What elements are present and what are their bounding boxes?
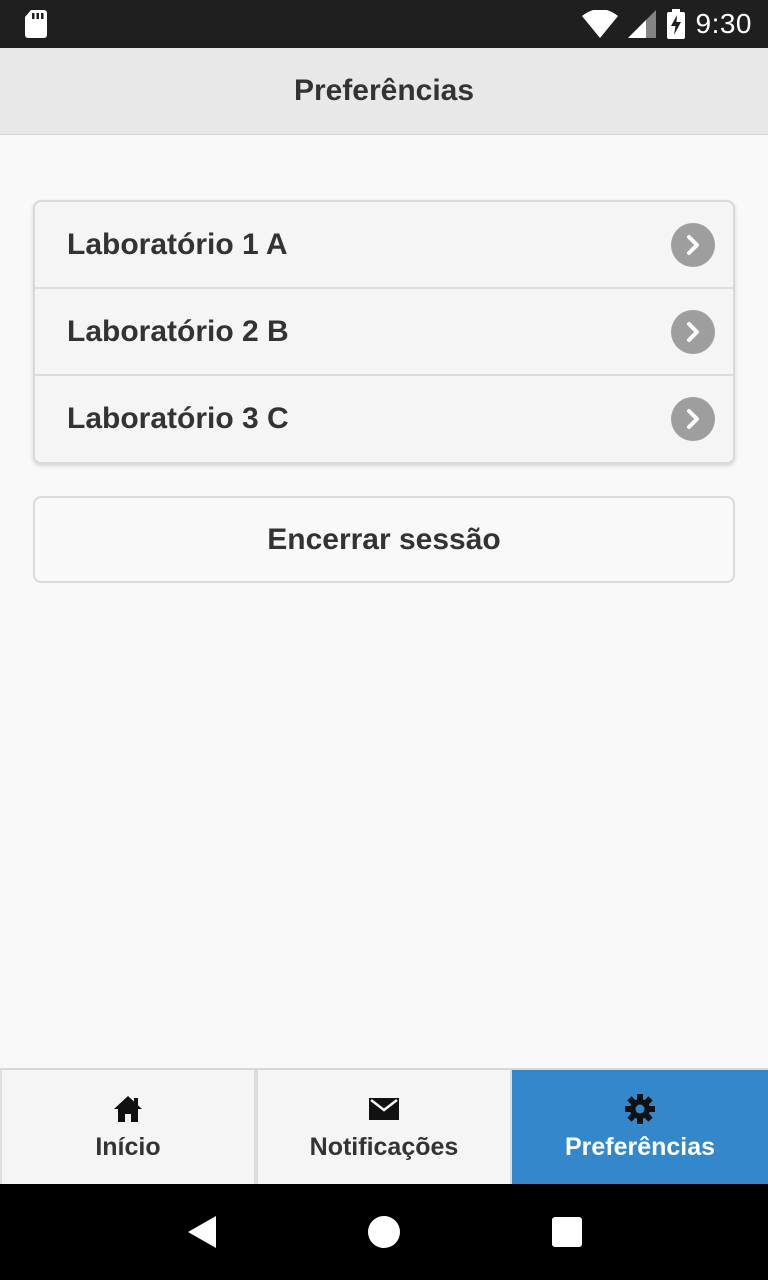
status-time: 9:30 bbox=[695, 8, 752, 39]
tab-label: Preferências bbox=[564, 1132, 716, 1161]
tab-label: Notificações bbox=[309, 1132, 459, 1161]
tab-preferencias[interactable]: Preferências bbox=[512, 1070, 768, 1184]
back-icon[interactable] bbox=[169, 1200, 233, 1264]
list-item-lab-1[interactable]: Laboratório 1 A bbox=[35, 202, 733, 289]
system-nav-bar bbox=[0, 1184, 768, 1280]
bottom-tab-bar: Início Notificações Preferências bbox=[0, 1068, 768, 1184]
mail-icon bbox=[369, 1093, 399, 1125]
list-item-lab-2[interactable]: Laboratório 2 B bbox=[35, 289, 733, 376]
status-bar: 9:30 bbox=[0, 0, 768, 48]
list-item-label: Laboratório 3 C bbox=[67, 402, 289, 435]
logout-button[interactable]: Encerrar sessão bbox=[33, 496, 735, 583]
app-header: Preferências bbox=[0, 48, 768, 135]
signal-icon bbox=[627, 10, 656, 38]
lab-list: Laboratório 1 A Laboratório 2 B Laborató… bbox=[33, 200, 735, 464]
list-item-label: Laboratório 2 B bbox=[67, 314, 289, 348]
page-title: Preferências bbox=[293, 74, 475, 107]
chevron-right-icon bbox=[671, 397, 715, 441]
chevron-right-icon bbox=[671, 222, 715, 267]
gear-icon bbox=[625, 1093, 655, 1125]
chevron-right-icon bbox=[671, 309, 715, 354]
status-icons: 9:30 bbox=[581, 8, 753, 40]
home-icon bbox=[113, 1093, 143, 1125]
home-circle-icon[interactable] bbox=[352, 1200, 416, 1264]
tab-inicio[interactable]: Início bbox=[0, 1070, 256, 1184]
sd-card-icon bbox=[24, 10, 48, 38]
wifi-icon bbox=[581, 10, 618, 38]
recents-icon[interactable] bbox=[535, 1200, 599, 1264]
tab-label: Início bbox=[95, 1132, 161, 1161]
battery-charging-icon bbox=[666, 9, 686, 39]
tab-notificacoes[interactable]: Notificações bbox=[256, 1070, 512, 1184]
list-item-lab-3[interactable]: Laboratório 3 C bbox=[35, 376, 733, 462]
list-item-label: Laboratório 1 A bbox=[67, 227, 288, 261]
